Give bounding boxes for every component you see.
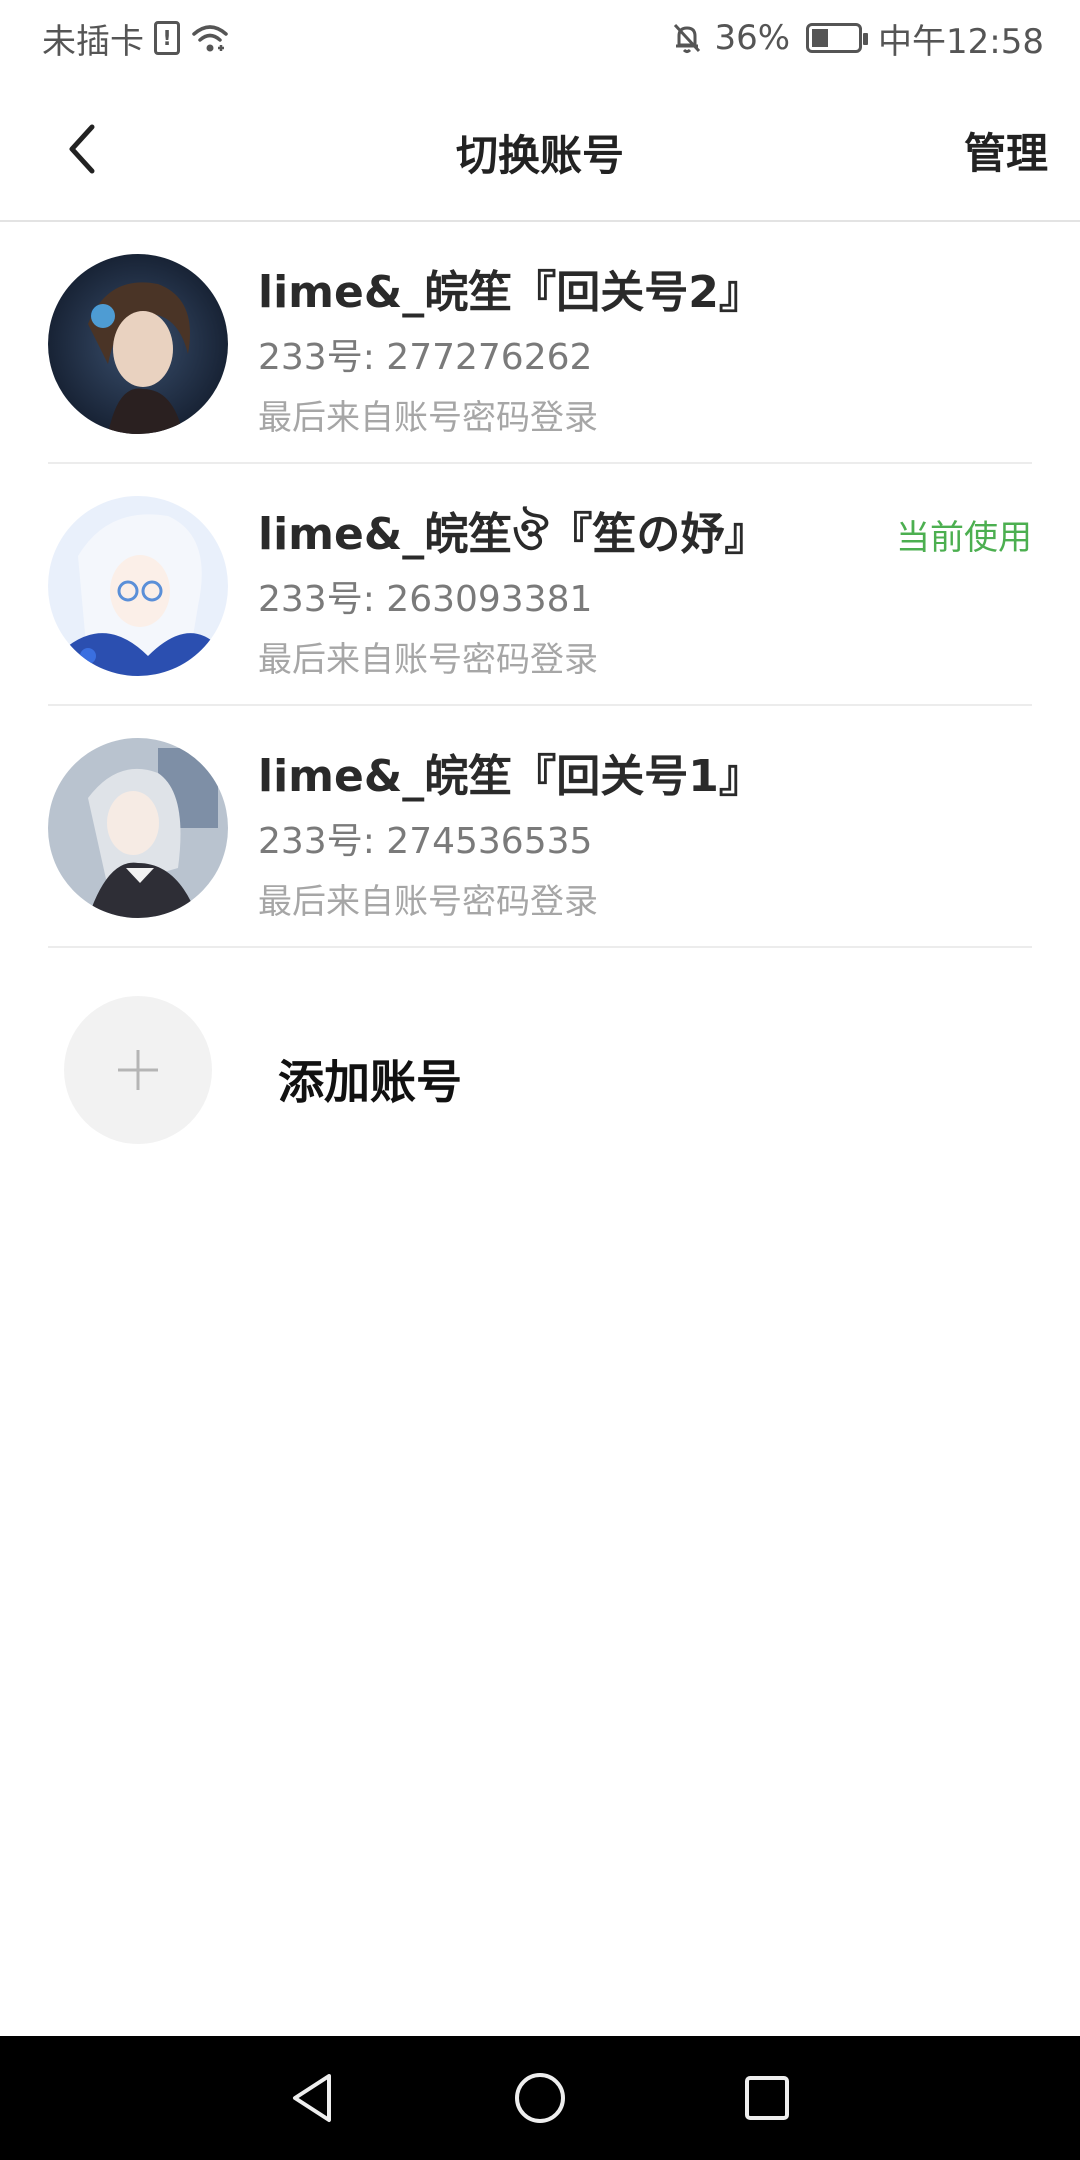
- add-account-label: 添加账号: [278, 1055, 462, 1109]
- account-name: lime&_皖笙『回关号1』: [258, 751, 763, 802]
- account-name: lime&_皖笙ঔ『笙の妤』: [258, 509, 769, 560]
- wifi-icon: [192, 25, 228, 52]
- account-item[interactable]: lime&_皖笙『回关号1』 233号: 274536535 最后来自账号密码登…: [0, 706, 1080, 948]
- account-login-method: 最后来自账号密码登录: [258, 882, 598, 922]
- nav-recents-icon: [744, 2076, 789, 2120]
- account-login-method: 最后来自账号密码登录: [258, 640, 598, 680]
- manage-button[interactable]: 管理: [964, 120, 1048, 181]
- account-id: 233号: 277276262: [258, 337, 593, 378]
- account-id: 233号: 274536535: [258, 821, 593, 862]
- clock: 中午12:58: [878, 21, 1044, 62]
- carrier-text: 未插卡: [42, 21, 144, 62]
- avatar-image-icon: [48, 496, 228, 676]
- nav-recents-button[interactable]: [727, 2058, 807, 2138]
- divider: [48, 946, 1032, 948]
- top-app-bar: 切换账号 管理: [0, 76, 1080, 222]
- battery-icon: [806, 23, 869, 53]
- sim-alert-icon: !: [154, 21, 180, 55]
- status-bar-right: 36% 中午12:58: [670, 14, 1044, 63]
- status-bar-left: 未插卡 !: [42, 14, 230, 63]
- account-name: lime&_皖笙『回关号2』: [258, 267, 763, 318]
- account-list: lime&_皖笙『回关号2』 233号: 277276262 最后来自账号密码登…: [0, 222, 1080, 948]
- account-item[interactable]: lime&_皖笙ঔ『笙の妤』 当前使用 233号: 263093381 最后来自…: [0, 464, 1080, 706]
- battery-percent: 36%: [714, 18, 791, 58]
- nav-back-button[interactable]: [273, 2058, 353, 2138]
- avatar: [48, 496, 228, 676]
- bell-off-icon: [674, 23, 701, 53]
- account-id: 233号: 263093381: [258, 579, 593, 620]
- account-item[interactable]: lime&_皖笙『回关号2』 233号: 277276262 最后来自账号密码登…: [0, 222, 1080, 464]
- status-bar: 未插卡 ! 36% 中午12:58: [0, 0, 1080, 76]
- system-navigation-bar: [0, 2036, 1080, 2160]
- nav-back-icon: [293, 2074, 332, 2122]
- current-account-badge: 当前使用: [896, 518, 1032, 558]
- switch-account-screen: 未插卡 ! 36% 中午12:58 切换账号 管理 lime&_皖笙『回关号2』…: [0, 0, 1080, 2160]
- avatar: [48, 738, 228, 918]
- nav-home-button[interactable]: [500, 2058, 580, 2138]
- account-login-method: 最后来自账号密码登录: [258, 398, 598, 438]
- add-account-button[interactable]: 添加账号: [0, 990, 1080, 1150]
- avatar-image-icon: [48, 738, 228, 918]
- avatar-image-icon: [48, 254, 228, 434]
- avatar: [48, 254, 228, 434]
- battery-fill: [812, 29, 829, 47]
- plus-icon: [118, 1050, 158, 1090]
- nav-home-icon: [514, 2073, 565, 2123]
- page-title: 切换账号: [455, 131, 624, 180]
- add-account-circle: [64, 996, 212, 1144]
